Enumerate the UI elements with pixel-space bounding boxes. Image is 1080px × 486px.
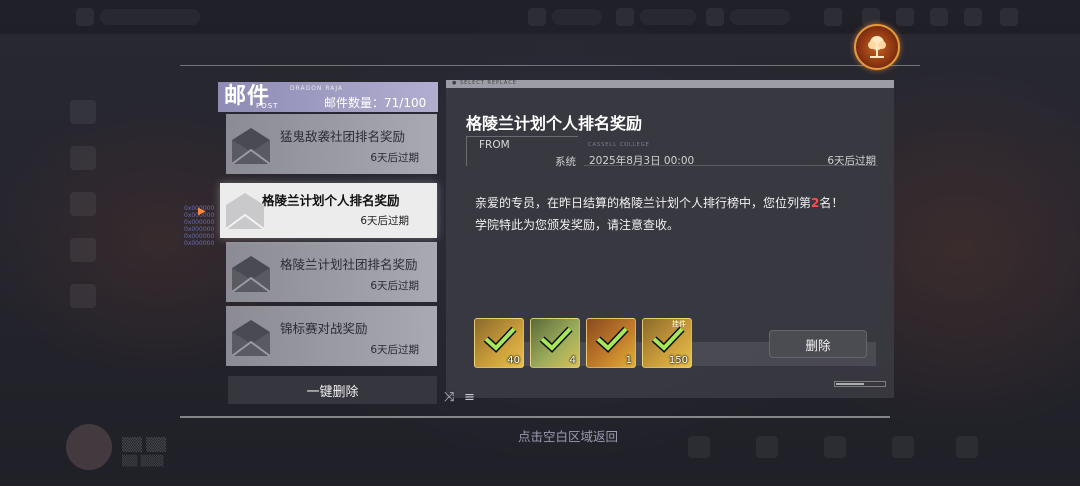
mail-list-item-selected[interactable]: 格陵兰计划个人排名奖励 6天后过期: [220, 183, 437, 238]
mail-body: 亲爱的专员，在昨日结算的格陵兰计划个人排行榜中，您位列第2名！ 学院特此为您颁发…: [475, 192, 880, 236]
college-emblem-icon[interactable]: [854, 24, 900, 70]
date-box: CASSELL COLLEGE 2025年8月3日 00:00 6天后过期: [584, 136, 878, 167]
check-icon: [651, 326, 685, 353]
mail-item-expire: 6天后过期: [370, 280, 419, 292]
body-text-suffix: 名！: [819, 196, 844, 210]
date-decoration: CASSELL COLLEGE: [588, 142, 650, 148]
check-icon: [539, 326, 573, 353]
reward-qty: 4: [569, 355, 576, 366]
mail-item-expire: 6天后过期: [370, 152, 419, 164]
check-icon: [595, 326, 629, 353]
sender-box: FROM 系统: [466, 136, 578, 168]
reward-item[interactable]: 40: [474, 318, 524, 368]
mail-list-item[interactable]: 锦标赛对战奖励 6天后过期: [226, 306, 437, 366]
reward-item[interactable]: 1: [586, 318, 636, 368]
reward-item[interactable]: 4: [530, 318, 580, 368]
list-icon[interactable]: ≡: [464, 390, 475, 405]
envelope-icon: [231, 320, 271, 357]
mail-count: 邮件数量：71/100: [324, 96, 427, 110]
mail-item-title: 格陵兰计划个人排名奖励: [262, 193, 400, 208]
reward-item[interactable]: 挂件 150: [642, 318, 692, 368]
delete-button[interactable]: 删除: [769, 330, 867, 358]
mail-body-line-2: 学院特此为您颁发奖励，请注意查收。: [475, 218, 680, 232]
divider-bottom: [180, 416, 890, 418]
reward-qty: 40: [507, 355, 520, 366]
mail-item-title: 格陵兰计划社团排名奖励: [280, 257, 418, 272]
detail-header-tag: ● SELECT REPLACE: [452, 80, 517, 86]
header-code: DRAGON RAJA: [290, 85, 344, 92]
mail-list-item[interactable]: 猛鬼敌袭社团排名奖励 6天后过期: [226, 114, 437, 174]
mail-date: 2025年8月3日 00:00: [589, 155, 695, 167]
delete-all-button[interactable]: 一键删除: [228, 376, 437, 404]
envelope-icon: [231, 128, 271, 165]
play-icon: ▶: [198, 206, 206, 217]
mail-expire: 6天后过期: [827, 155, 876, 167]
reward-qty: 150: [668, 355, 688, 366]
mail-detail-panel: ● SELECT REPLACE 格陵兰计划个人排名奖励 FROM 系统 CAS…: [446, 80, 894, 398]
check-icon: [483, 326, 517, 353]
mail-detail-title: 格陵兰计划个人排名奖励: [466, 114, 643, 133]
reward-qty: 1: [625, 355, 632, 366]
shuffle-icon[interactable]: ⤨: [444, 390, 454, 405]
body-text-prefix: 亲爱的专员，在昨日结算的格陵兰计划个人排行榜中，您位列第: [475, 196, 812, 210]
mail-list[interactable]: 猛鬼敌袭社团排名奖励 6天后过期 格陵兰计划社团排名奖励 6天后过期 锦标赛对战…: [220, 114, 437, 376]
envelope-icon: [231, 256, 271, 293]
from-label: FROM: [479, 139, 510, 151]
reward-scrollbar[interactable]: [834, 381, 886, 387]
mail-item-title: 猛鬼敌袭社团排名奖励: [280, 129, 406, 144]
sender-name: 系统: [555, 156, 576, 168]
mail-item-title: 锦标赛对战奖励: [280, 321, 368, 336]
mail-item-expire: 6天后过期: [370, 344, 419, 356]
mail-body-line-1: 亲爱的专员，在昨日结算的格陵兰计划个人排行榜中，您位列第2名！: [475, 192, 880, 214]
mail-item-expire: 6天后过期: [360, 215, 409, 227]
tap-to-return-hint: 点击空白区域返回: [517, 429, 618, 444]
mail-panel-subtitle: POST: [256, 102, 279, 110]
mail-list-item[interactable]: 格陵兰计划社团排名奖励 6天后过期: [226, 242, 437, 302]
divider-top: [180, 65, 920, 66]
